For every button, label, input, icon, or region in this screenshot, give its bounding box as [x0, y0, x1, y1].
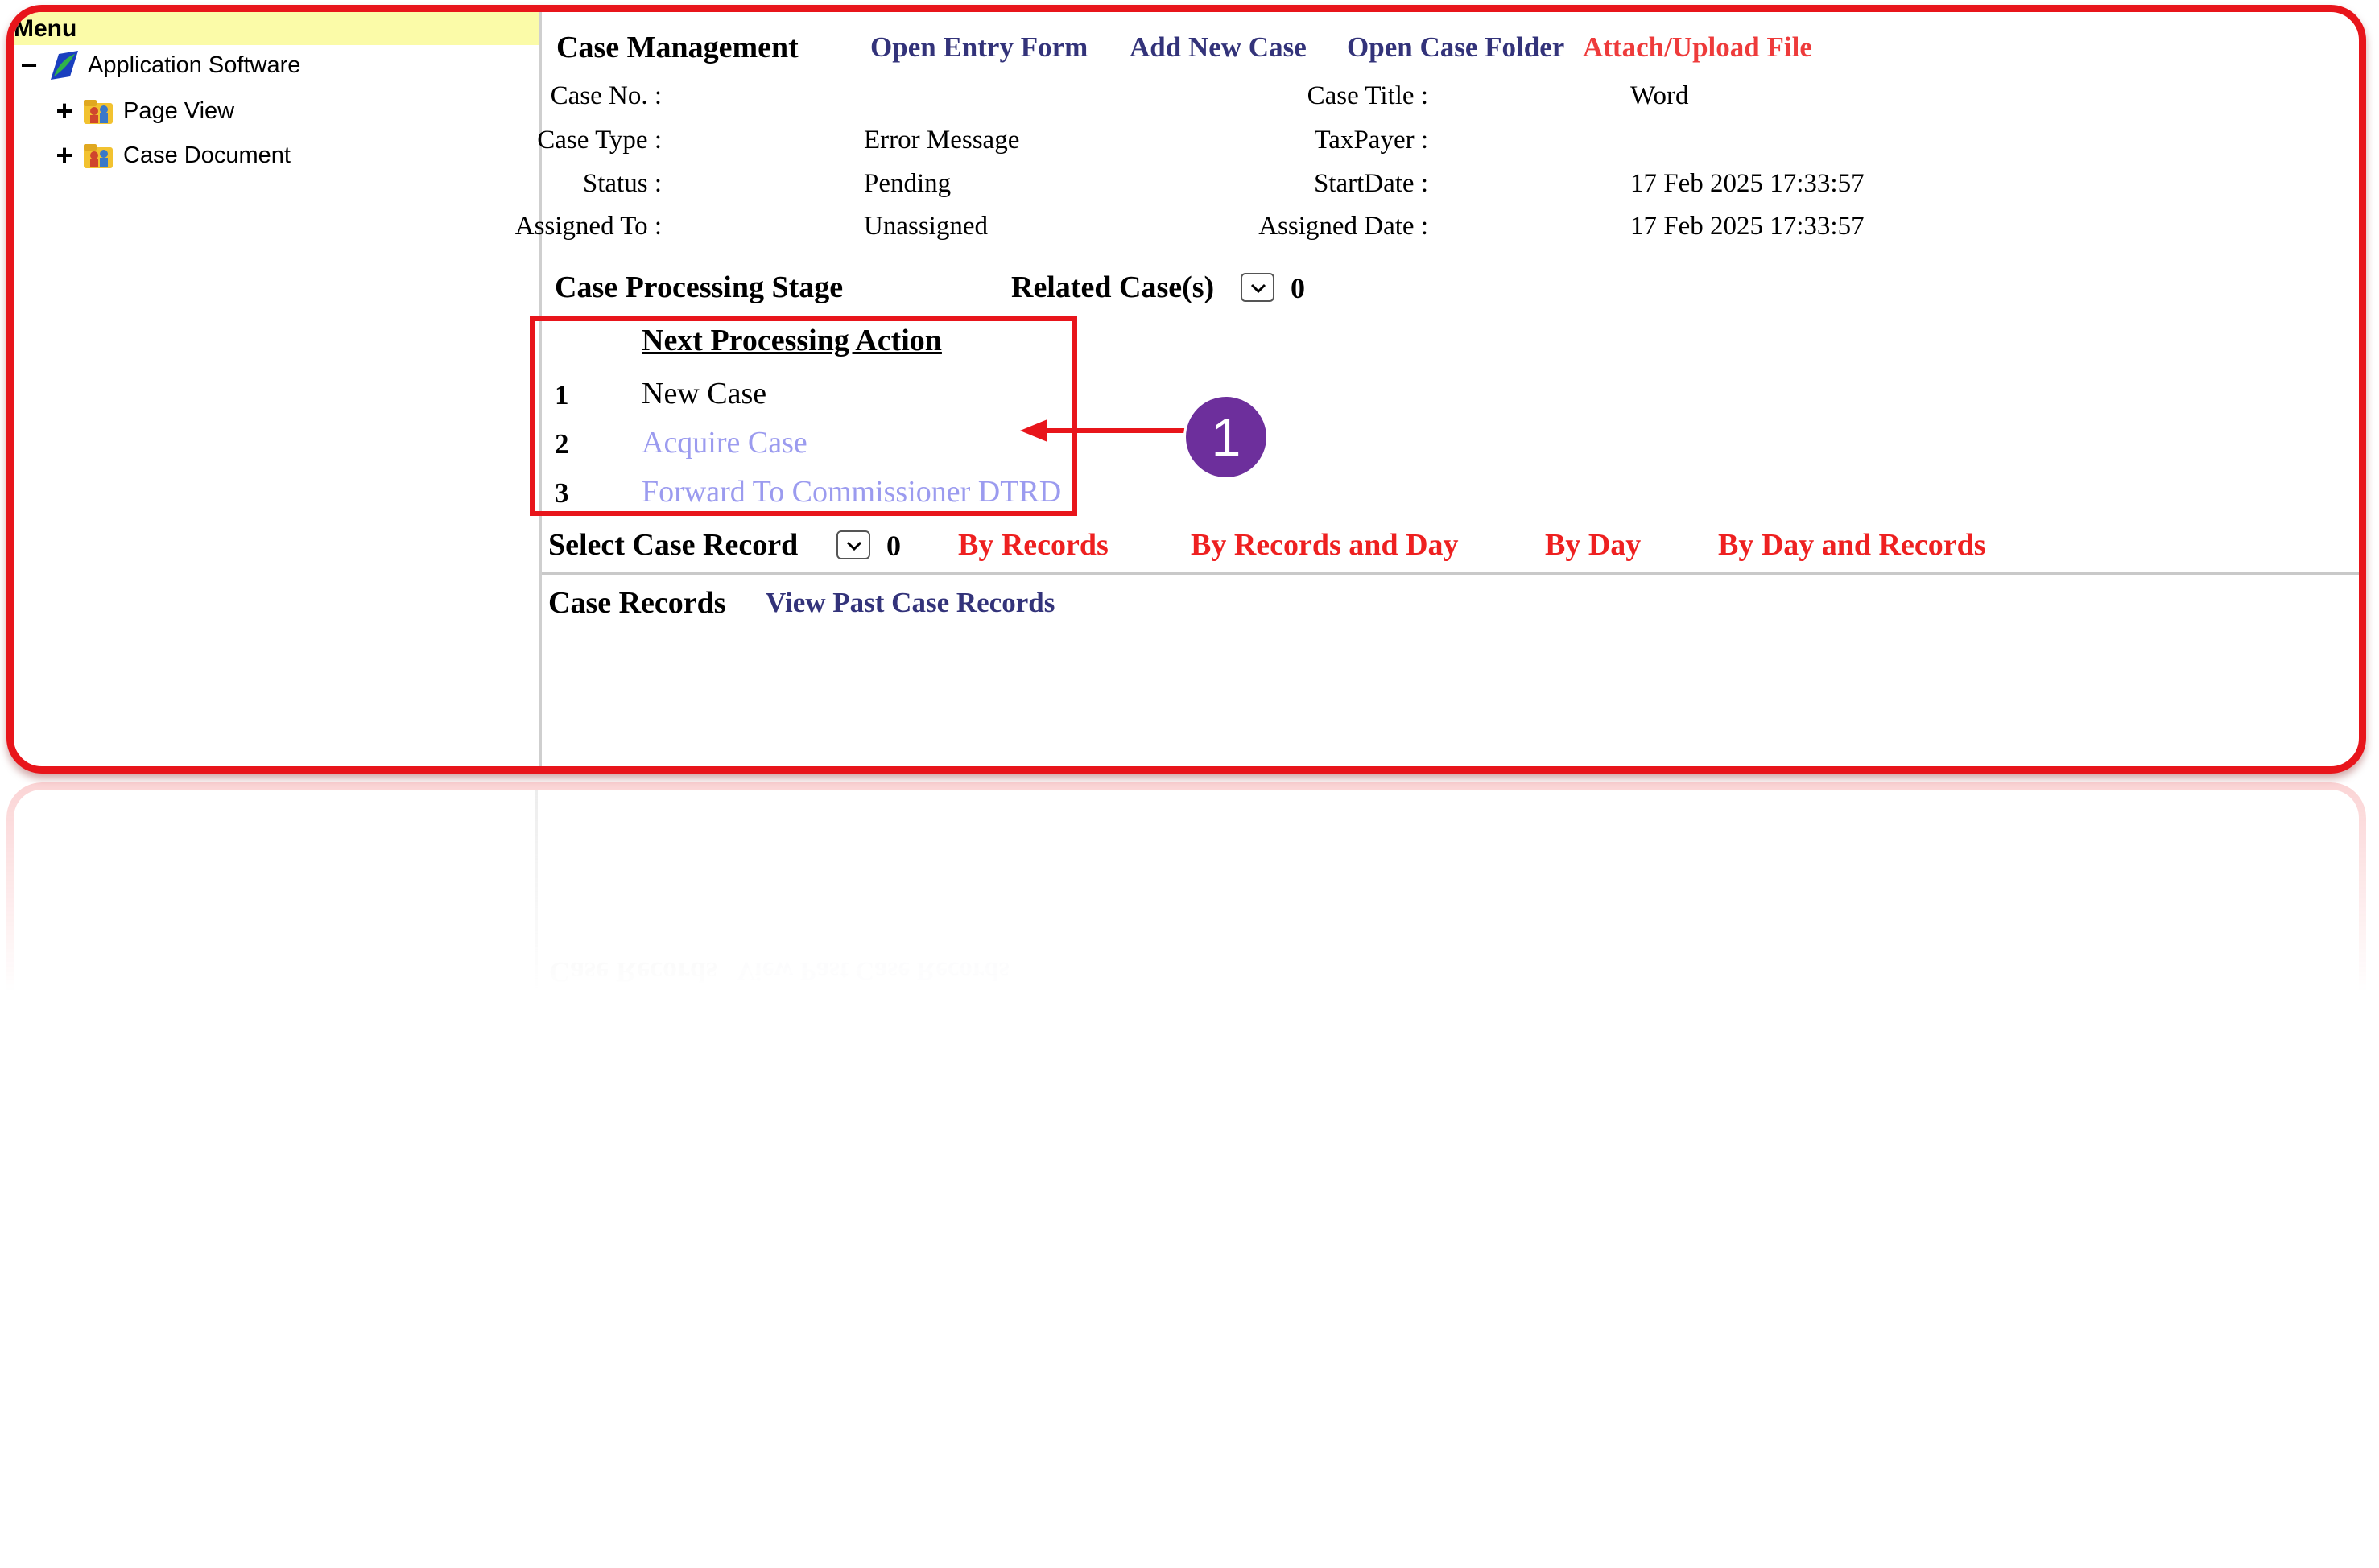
- attach-upload-file-link[interactable]: Attach/Upload File: [1583, 31, 1812, 64]
- related-cases-label: Related Case(s): [1011, 270, 1215, 304]
- folder-people-icon: [84, 144, 113, 168]
- filter-by-day[interactable]: By Day: [1545, 527, 1641, 563]
- start-date-label: StartDate :: [1313, 169, 1428, 198]
- app-software-icon: [51, 51, 78, 80]
- tree-item-application-software[interactable]: − Application Software: [17, 47, 300, 83]
- expand-toggle[interactable]: +: [52, 97, 76, 126]
- collapse-toggle[interactable]: −: [17, 51, 41, 80]
- expand-toggle[interactable]: +: [52, 141, 76, 170]
- tree-item-label: Case Document: [123, 142, 291, 168]
- start-date-value: 17 Feb 2025 17:33:57: [1630, 169, 1865, 198]
- related-cases-count: 0: [1291, 272, 1305, 304]
- section-divider: [542, 572, 2359, 575]
- assigned-date-label: Assigned Date :: [1258, 212, 1428, 241]
- assigned-to-value: Unassigned: [864, 212, 988, 241]
- case-no-label: Case No. :: [550, 81, 662, 110]
- dropdown-arrow-icon: [1250, 283, 1266, 294]
- menu-panel: Menu − Application Software + Page View …: [14, 12, 542, 766]
- select-case-record-label: Select Case Record: [548, 528, 799, 562]
- case-title-label: Case Title :: [1307, 81, 1428, 110]
- open-entry-form-link[interactable]: Open Entry Form: [870, 31, 1088, 64]
- case-processing-stage-label: Case Processing Stage: [555, 270, 844, 304]
- menu-header: Menu: [14, 12, 539, 45]
- reflection-text: Case Records View Past Case Records: [549, 955, 1010, 989]
- open-case-folder-link[interactable]: Open Case Folder: [1347, 31, 1564, 64]
- view-past-case-records-link[interactable]: View Past Case Records: [766, 587, 1055, 619]
- filter-by-day-and-records[interactable]: By Day and Records: [1718, 527, 1986, 563]
- related-cases-dropdown[interactable]: [1241, 273, 1274, 302]
- filter-by-records[interactable]: By Records: [958, 527, 1109, 563]
- status-value: Pending: [864, 169, 952, 198]
- assigned-to-label: Assigned To :: [514, 212, 662, 241]
- filter-by-records-and-day[interactable]: By Records and Day: [1191, 527, 1459, 563]
- add-new-case-link[interactable]: Add New Case: [1130, 31, 1307, 64]
- highlight-box: [530, 316, 1077, 516]
- callout-badge: 1: [1186, 397, 1266, 477]
- reflection-divider: [535, 790, 538, 992]
- case-records-title: Case Records: [548, 586, 726, 620]
- tree-item-label: Page View: [123, 97, 235, 124]
- frame-reflection: Case Records View Past Case Records: [6, 782, 2366, 992]
- tree-item-page-view[interactable]: + Page View: [52, 93, 234, 129]
- dropdown-arrow-icon: [846, 541, 862, 551]
- reflection-case-records: Case Records: [549, 956, 717, 988]
- tree-item-label: Application Software: [88, 52, 301, 78]
- tree-item-case-document[interactable]: + Case Document: [52, 138, 291, 173]
- select-case-record-dropdown[interactable]: [836, 530, 870, 559]
- folder-people-icon: [84, 100, 113, 124]
- assigned-date-value: 17 Feb 2025 17:33:57: [1630, 212, 1865, 241]
- status-label: Status :: [582, 169, 662, 198]
- page-title: Case Management: [556, 31, 799, 64]
- annotation-arrow-icon: [1020, 419, 1193, 442]
- taxpayer-label: TaxPayer :: [1314, 126, 1428, 155]
- case-title-value: Word: [1630, 81, 1689, 110]
- reflection-view-past-link: View Past Case Records: [736, 956, 1010, 985]
- case-type-label: Case Type :: [537, 126, 662, 155]
- app-window: Menu − Application Software + Page View …: [6, 5, 2366, 774]
- case-type-value: Error Message: [864, 126, 1020, 155]
- case-record-count: 0: [886, 530, 901, 562]
